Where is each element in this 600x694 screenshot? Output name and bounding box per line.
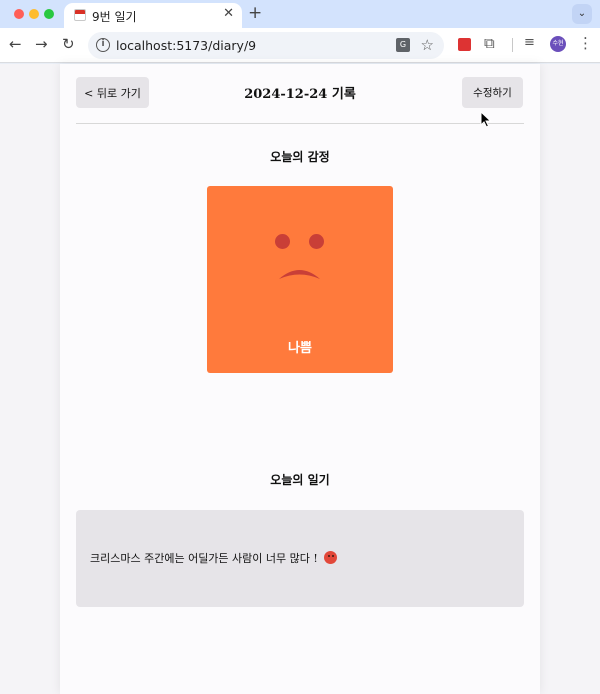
- browser-toolbar: ← → ↻ i localhost:5173/diary/9 G ☆: [0, 28, 600, 63]
- angry-face-icon: [324, 551, 338, 564]
- tab-title: 9번 일기: [92, 10, 137, 24]
- back-arrow-icon[interactable]: ←: [9, 35, 22, 53]
- header-divider: [76, 123, 524, 124]
- diary-content-line: 크리스마스 주간에는 어딜가든 사람이 너무 많다 !: [90, 550, 338, 566]
- edit-button[interactable]: 수정하기: [462, 77, 523, 108]
- media-control-icon[interactable]: ≡: [524, 35, 535, 50]
- diary-content-box: 크리스마스 주간에는 어딜가든 사람이 너무 많다 !: [76, 510, 524, 607]
- tab-search-button[interactable]: ⌄: [572, 4, 592, 24]
- page-viewport: < 뒤로 가기 2024-12-24 기록 수정하기 오늘의 감정 나쁨 오늘의…: [0, 64, 600, 694]
- diary-page: < 뒤로 가기 2024-12-24 기록 수정하기 오늘의 감정 나쁨 오늘의…: [60, 64, 540, 694]
- emotion-label: 나쁨: [288, 341, 312, 356]
- toolbar-separator: [512, 38, 513, 52]
- forward-arrow-icon[interactable]: →: [35, 35, 48, 53]
- window-zoom-button[interactable]: [44, 9, 54, 19]
- browser-menu-icon[interactable]: ⋮: [578, 34, 593, 52]
- frown-mouth-icon: [279, 270, 320, 279]
- face-right-eye: [309, 234, 324, 249]
- window-close-button[interactable]: [14, 9, 24, 19]
- new-tab-button[interactable]: +: [248, 3, 262, 23]
- site-info-icon[interactable]: i: [96, 38, 110, 52]
- reload-icon[interactable]: ↻: [62, 35, 75, 53]
- tab-close-icon[interactable]: ✕: [223, 6, 234, 21]
- address-bar[interactable]: i localhost:5173/diary/9 G ☆: [88, 32, 444, 59]
- bookmark-star-icon[interactable]: ☆: [421, 36, 434, 54]
- profile-avatar[interactable]: 수현: [550, 36, 566, 52]
- window-minimize-button[interactable]: [29, 9, 39, 19]
- calendar-favicon-icon: [74, 9, 86, 21]
- extensions-puzzle-icon[interactable]: ⧉: [484, 34, 495, 52]
- emotion-card: 나쁨: [207, 186, 393, 373]
- browser-tab[interactable]: 9번 일기 ✕: [64, 3, 242, 28]
- diary-section-title: 오늘의 일기: [270, 473, 330, 487]
- page-title: 2024-12-24 기록: [244, 87, 356, 102]
- emotion-section-title: 오늘의 감정: [270, 150, 330, 164]
- extension-icon[interactable]: [458, 38, 471, 51]
- back-button[interactable]: < 뒤로 가기: [76, 77, 149, 108]
- url-text[interactable]: localhost:5173/diary/9: [116, 38, 256, 53]
- mouse-cursor-icon: [480, 111, 492, 128]
- browser-tab-strip: 9번 일기 ✕ + ⌄: [0, 0, 600, 28]
- face-left-eye: [275, 234, 290, 249]
- translate-icon[interactable]: G: [396, 38, 410, 52]
- diary-content-text: 크리스마스 주간에는 어딜가든 사람이 너무 많다 !: [90, 552, 318, 565]
